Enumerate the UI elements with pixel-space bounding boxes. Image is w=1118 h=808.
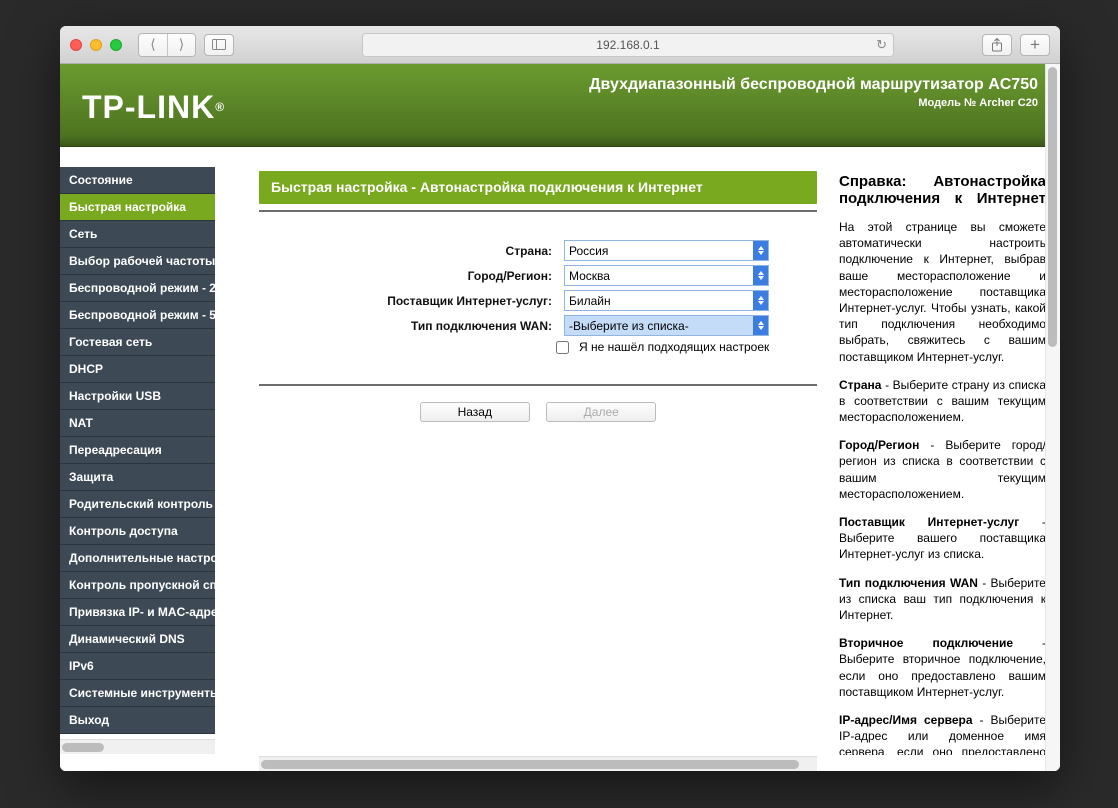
nav-item[interactable]: Дополнительные настройки маршрутизации	[60, 545, 215, 572]
nav-horizontal-scrollbar[interactable]	[60, 739, 215, 754]
header-right: Двухдиапазонный беспроводной маршрутизат…	[589, 76, 1038, 138]
new-tab-button[interactable]: +	[1020, 34, 1050, 56]
nav-item[interactable]: Контроль пропускной способности	[60, 572, 215, 599]
product-name: Двухдиапазонный беспроводной маршрутизат…	[589, 76, 1038, 94]
content-row: СостояниеБыстрая настройкаСетьВыбор рабо…	[60, 147, 1060, 771]
nav-item[interactable]: Контроль доступа	[60, 518, 215, 545]
row-wan: Тип подключения WAN: -Выберите из списка…	[259, 315, 817, 336]
minimize-window-icon[interactable]	[90, 39, 102, 51]
nav-item[interactable]: Гостевая сеть	[60, 329, 215, 356]
maximize-window-icon[interactable]	[110, 39, 122, 51]
nav-item[interactable]: Беспроводной режим - 5 ГГц	[60, 302, 215, 329]
nav-button-group: ⟨ ⟩	[138, 33, 196, 57]
select-isp[interactable]: Билайн	[564, 290, 769, 311]
nav-item[interactable]: Беспроводной режим - 2,4 ГГц	[60, 275, 215, 302]
nav-item[interactable]: Системные инструменты	[60, 680, 215, 707]
label-notfound: Я не нашёл подходящих настроек	[579, 340, 769, 354]
titlebar: ⟨ ⟩ 192.168.0.1 ↻ +	[60, 26, 1060, 64]
model-name: Модель № Archer C20	[589, 97, 1038, 109]
select-arrows-icon	[753, 291, 768, 310]
share-button[interactable]	[982, 34, 1012, 56]
button-row: Назад Далее	[259, 402, 817, 422]
help-p4: Поставщик Интернет-услуг - Выберите ваше…	[839, 514, 1046, 563]
nav-menu: СостояниеБыстрая настройкаСетьВыбор рабо…	[60, 167, 215, 734]
nav-item[interactable]: Динамический DNS	[60, 626, 215, 653]
select-country[interactable]: Россия	[564, 240, 769, 261]
nav-item[interactable]: IPv6	[60, 653, 215, 680]
checkbox-notfound[interactable]	[556, 341, 569, 354]
brand-logo: TP-LINK®	[82, 76, 225, 138]
scrollbar-thumb[interactable]	[1048, 67, 1057, 347]
label-country: Страна:	[259, 244, 564, 258]
nav-item[interactable]: Состояние	[60, 167, 215, 194]
select-arrows-icon	[753, 316, 768, 335]
address-bar[interactable]: 192.168.0.1 ↻	[362, 33, 894, 57]
nav-item[interactable]: Настройки USB	[60, 383, 215, 410]
url-text: 192.168.0.1	[596, 38, 659, 52]
label-city: Город/Регион:	[259, 269, 564, 283]
help-p1: На этой странице вы сможете автоматическ…	[839, 219, 1046, 365]
back-button[interactable]: Назад	[420, 402, 530, 422]
nav-item[interactable]: Сеть	[60, 221, 215, 248]
sidebar-toggle-button[interactable]	[204, 34, 234, 56]
label-wan: Тип подключения WAN:	[259, 319, 564, 333]
nav-item[interactable]: Выбор рабочей частоты	[60, 248, 215, 275]
scrollbar-thumb[interactable]	[261, 760, 799, 769]
help-column: Справка: Автонастройка подключения к Инт…	[825, 167, 1060, 755]
select-arrows-icon	[753, 266, 768, 285]
help-p3: Город/Регион - Выберите город/регион из …	[839, 437, 1046, 502]
help-p7: IP-адрес/Имя сервера - Выберите IP-адрес…	[839, 712, 1046, 755]
select-city[interactable]: Москва	[564, 265, 769, 286]
browser-window: ⟨ ⟩ 192.168.0.1 ↻ + TP-LINK® Двухдиапазо…	[60, 26, 1060, 771]
main-column: Быстрая настройка - Автонастройка подклю…	[215, 167, 825, 771]
close-window-icon[interactable]	[70, 39, 82, 51]
back-button[interactable]: ⟨	[139, 34, 167, 56]
page-content: TP-LINK® Двухдиапазонный беспроводной ма…	[60, 64, 1060, 771]
main-horizontal-scrollbar[interactable]	[259, 756, 817, 771]
scrollbar-thumb[interactable]	[62, 743, 104, 752]
nav-item[interactable]: Быстрая настройка	[60, 194, 215, 221]
nav-item[interactable]: NAT	[60, 410, 215, 437]
forward-button[interactable]: ⟩	[167, 34, 195, 56]
nav-item[interactable]: DHCP	[60, 356, 215, 383]
nav-column: СостояниеБыстрая настройкаСетьВыбор рабо…	[60, 167, 215, 771]
nav-item[interactable]: Переадресация	[60, 437, 215, 464]
reload-icon[interactable]: ↻	[876, 37, 887, 53]
next-button[interactable]: Далее	[546, 402, 656, 422]
page-vertical-scrollbar[interactable]	[1045, 64, 1060, 771]
nav-item[interactable]: Защита	[60, 464, 215, 491]
window-controls	[70, 39, 122, 51]
help-p5: Тип подключения WAN - Выберите из списка…	[839, 575, 1046, 624]
separator	[259, 384, 817, 386]
help-p6: Вторичное подключение - Выберите вторичн…	[839, 635, 1046, 700]
label-isp: Поставщик Интернет-услуг:	[259, 294, 564, 308]
page-title: Быстрая настройка - Автонастройка подклю…	[259, 171, 817, 204]
nav-item[interactable]: Привязка IP- и MAC-адресов	[60, 599, 215, 626]
help-title: Справка: Автонастройка подключения к Инт…	[839, 173, 1046, 207]
row-notfound: Я не нашёл подходящих настроек	[259, 340, 817, 354]
help-p2: Страна - Выберите страну из списка в соо…	[839, 377, 1046, 426]
nav-item[interactable]: Выход	[60, 707, 215, 734]
row-isp: Поставщик Интернет-услуг: Билайн	[259, 290, 817, 311]
row-city: Город/Регион: Москва	[259, 265, 817, 286]
select-wan[interactable]: -Выберите из списка-	[564, 315, 769, 336]
router-header: TP-LINK® Двухдиапазонный беспроводной ма…	[60, 64, 1060, 147]
nav-item[interactable]: Родительский контроль	[60, 491, 215, 518]
select-arrows-icon	[753, 241, 768, 260]
row-country: Страна: Россия	[259, 240, 817, 261]
separator	[259, 210, 817, 212]
